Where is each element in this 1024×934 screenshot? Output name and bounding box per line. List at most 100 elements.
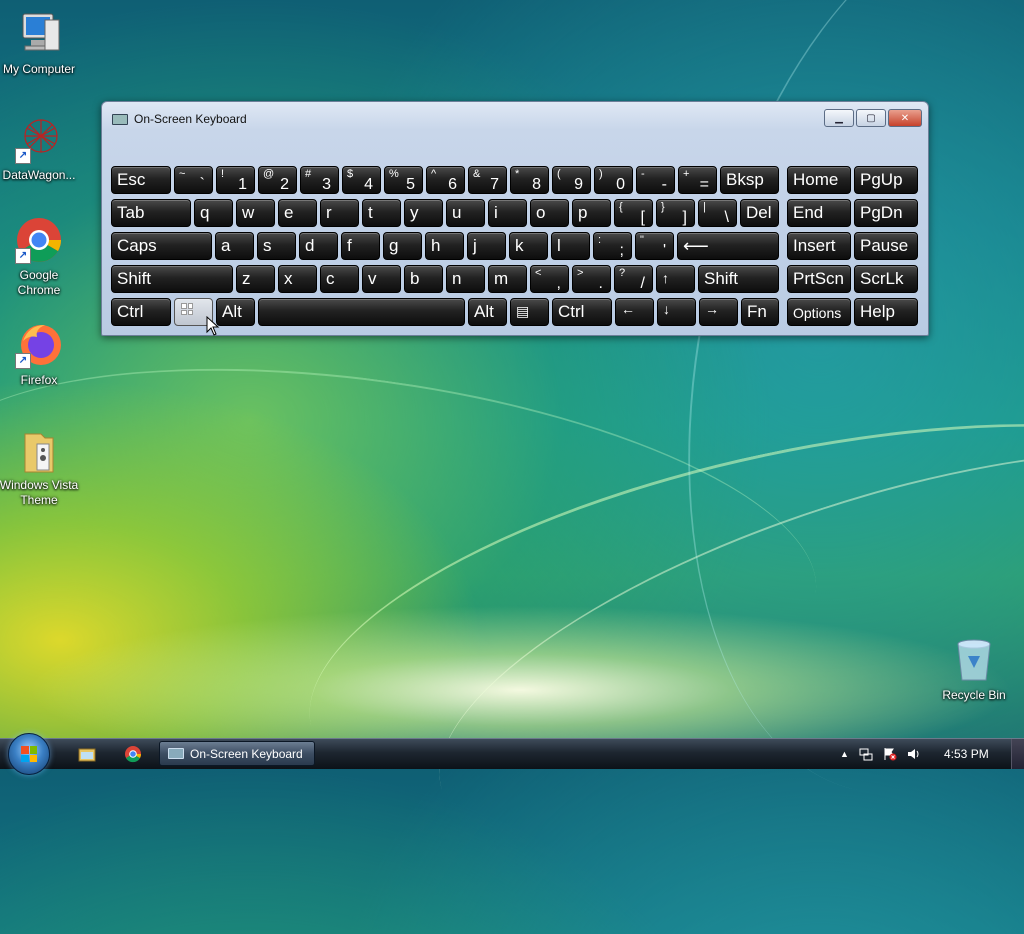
key-f[interactable]: f [341,232,380,260]
key-enter[interactable]: ⟵ [677,232,779,260]
right-arrow-icon: → [705,301,719,317]
start-button[interactable] [8,733,50,775]
window-titlebar[interactable]: On-Screen Keyboard [112,110,247,128]
key-3[interactable]: #3 [300,166,339,194]
system-clock[interactable]: 4:53 PM [944,747,989,761]
close-button[interactable]: ✕ [888,109,922,127]
key-w[interactable]: w [236,199,275,227]
key-help[interactable]: Help [854,298,918,326]
key-pgdn[interactable]: PgDn [854,199,918,227]
key-1[interactable]: ! 1 [216,166,255,194]
key-esc[interactable]: Esc [111,166,171,194]
key-e[interactable]: e [278,199,317,227]
minimize-icon: ▁ [835,112,843,124]
key-r[interactable]: r [320,199,359,227]
desktop-icon-firefox[interactable]: ↗ Firefox [0,321,79,388]
desktop-icon-datawagon[interactable]: ↗ DataWagon... [0,116,79,183]
key-8[interactable]: * 8 [510,166,549,194]
key-down-arrow[interactable]: ↓ [657,298,696,326]
key-caps[interactable]: Caps [111,232,212,260]
key-0[interactable]: ) 0 [594,166,633,194]
key-tab[interactable]: Tab [111,199,191,227]
key-menu[interactable]: ▤ [510,298,549,326]
key-n[interactable]: n [446,265,485,293]
key-v[interactable]: v [362,265,401,293]
key-p[interactable]: p [572,199,611,227]
key-period[interactable]: >. [572,265,611,293]
key-quote[interactable]: " ' [635,232,674,260]
key-y[interactable]: y [404,199,443,227]
desktop-icon-google-chrome[interactable]: ↗ Google Chrome [0,216,79,298]
key-right-bracket[interactable]: }] [656,199,695,227]
key-pgup[interactable]: PgUp [854,166,918,194]
key-l[interactable]: l [551,232,590,260]
key-d[interactable]: d [299,232,338,260]
key-slash[interactable]: ? / [614,265,653,293]
key-fn[interactable]: Fn [741,298,779,326]
action-center-flag-icon[interactable] [883,747,897,761]
key-space[interactable] [258,298,465,326]
key-k[interactable]: k [509,232,548,260]
key-4[interactable]: $4 [342,166,381,194]
key-i[interactable]: i [488,199,527,227]
key-9[interactable]: (9 [552,166,591,194]
key-home[interactable]: Home [787,166,851,194]
key-t[interactable]: t [362,199,401,227]
key-5[interactable]: % 5 [384,166,423,194]
key-h[interactable]: h [425,232,464,260]
key-left-bracket[interactable]: {[ [614,199,653,227]
key-g[interactable]: g [383,232,422,260]
key-alt-right[interactable]: Alt [468,298,507,326]
key-prtscn[interactable]: PrtScn [787,265,851,293]
quicklaunch-chrome-button[interactable] [124,745,142,763]
key-j[interactable]: j [467,232,506,260]
key-a[interactable]: a [215,232,254,260]
key-backtick[interactable]: ~ ` [174,166,213,194]
key-backspace[interactable]: Bksp [720,166,779,194]
firefox-icon: ↗ [15,321,63,369]
taskbar-item-on-screen-keyboard[interactable]: On-Screen Keyboard [159,741,315,766]
key-6[interactable]: ^ 6 [426,166,465,194]
show-hidden-icons-button[interactable]: ▲ [840,749,849,759]
volume-icon[interactable] [907,747,921,761]
key-ctrl-right[interactable]: Ctrl [552,298,612,326]
show-desktop-button[interactable] [1011,739,1024,769]
key-q[interactable]: q [194,199,233,227]
key-up-arrow[interactable]: ↑ [656,265,695,293]
key-m[interactable]: m [488,265,527,293]
key-insert[interactable]: Insert [787,232,851,260]
key-pause[interactable]: Pause [854,232,918,260]
key-shift-left[interactable]: Shift [111,265,233,293]
key-o[interactable]: o [530,199,569,227]
key-backslash[interactable]: | \ [698,199,737,227]
key-s[interactable]: s [257,232,296,260]
quicklaunch-explorer-button[interactable] [78,745,96,763]
key-comma[interactable]: <, [530,265,569,293]
key-right-arrow[interactable]: → [699,298,738,326]
desktop-icon-windows-vista-theme[interactable]: Windows Vista Theme [0,426,79,508]
key-shift-right[interactable]: Shift [698,265,779,293]
desktop-icon-my-computer[interactable]: My Computer [0,10,79,77]
key-scrlk[interactable]: ScrLk [854,265,918,293]
key-minus[interactable]: -- [636,166,675,194]
key-options[interactable]: Options [787,298,851,326]
key-del[interactable]: Del [740,199,779,227]
key-z[interactable]: z [236,265,275,293]
key-2[interactable]: @2 [258,166,297,194]
on-screen-keyboard-window[interactable]: On-Screen Keyboard ▁ ▢ ✕ Esc ~ ` ! 1 @2 #3… [101,101,929,336]
key-equals[interactable]: + = [678,166,717,194]
key-b[interactable]: b [404,265,443,293]
key-c[interactable]: c [320,265,359,293]
key-u[interactable]: u [446,199,485,227]
key-ctrl-left[interactable]: Ctrl [111,298,171,326]
key-semicolon[interactable]: :; [593,232,632,260]
key-7[interactable]: & 7 [468,166,507,194]
network-icon[interactable] [859,747,873,761]
desktop-icon-recycle-bin[interactable]: Recycle Bin [934,636,1014,703]
maximize-button[interactable]: ▢ [856,109,886,127]
key-end[interactable]: End [787,199,851,227]
key-alt-left[interactable]: Alt [216,298,255,326]
minimize-button[interactable]: ▁ [824,109,854,127]
key-x[interactable]: x [278,265,317,293]
key-left-arrow[interactable]: ← [615,298,654,326]
